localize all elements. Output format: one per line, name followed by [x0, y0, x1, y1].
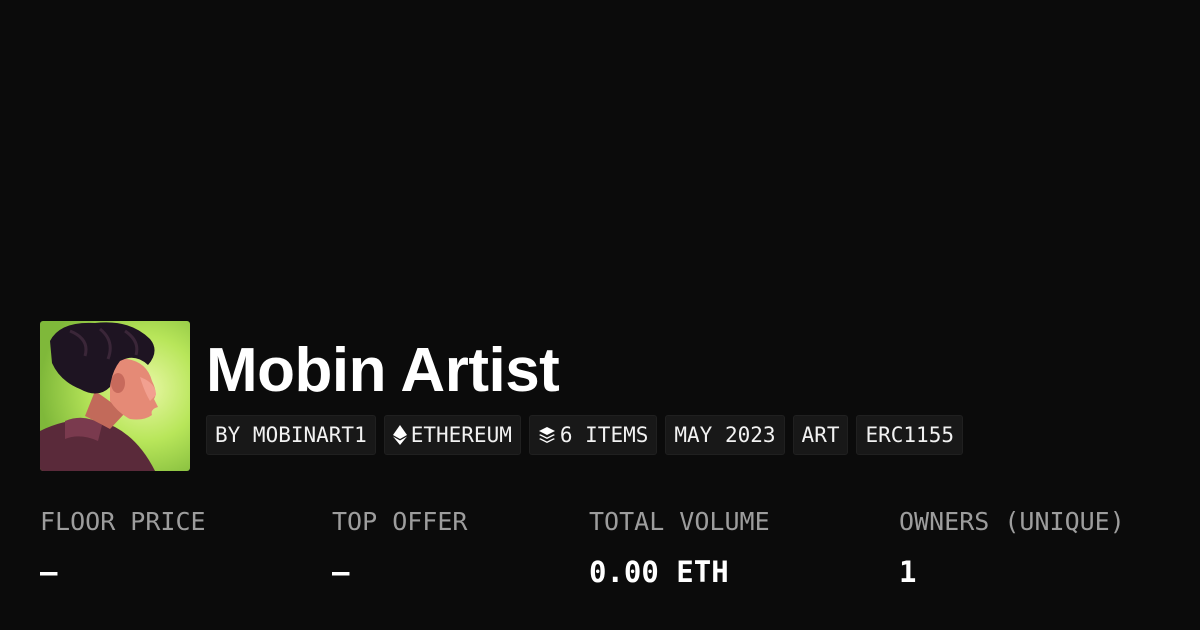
chain-tag-label: ETHEREUM [410, 423, 512, 447]
standard-tag-label: ERC1155 [865, 423, 954, 447]
total-volume-value: 0.00 ETH [589, 555, 729, 589]
floor-price-value: – [40, 555, 58, 589]
chain-tag[interactable]: ETHEREUM [383, 415, 521, 455]
floor-price-label: FLOOR PRICE [40, 507, 206, 536]
date-tag-label: MAY 2023 [674, 423, 776, 447]
collection-avatar [40, 321, 190, 471]
owners-value: 1 [899, 555, 917, 589]
standard-tag: ERC1155 [856, 415, 963, 455]
top-offer-value: – [332, 555, 350, 589]
collection-title: Mobin Artist [206, 336, 560, 405]
top-offer-label: TOP OFFER [332, 507, 468, 536]
date-tag: MAY 2023 [665, 415, 785, 455]
items-tag-label: 6 ITEMS [559, 423, 649, 447]
total-volume-stat: TOTAL VOLUME 0.00 ETH [589, 505, 770, 589]
items-tag[interactable]: 6 ITEMS [528, 415, 658, 455]
top-offer-stat: TOP OFFER – [332, 505, 467, 589]
owners-label: OWNERS (UNIQUE) [899, 507, 1125, 536]
owners-stat: OWNERS (UNIQUE) 1 [899, 505, 1125, 589]
floor-price-stat: FLOOR PRICE – [40, 505, 206, 589]
total-volume-label: TOTAL VOLUME [589, 507, 770, 536]
category-tag[interactable]: ART [792, 415, 849, 455]
ethereum-icon [392, 425, 407, 445]
layers-icon [538, 426, 556, 444]
collection-tags: BY MOBINART1 ETHEREUM 6 ITEMS MAY 2023 A… [206, 415, 963, 455]
category-tag-label: ART [801, 423, 840, 447]
creator-tag[interactable]: BY MOBINART1 [206, 415, 376, 455]
creator-tag-label: BY MOBINART1 [215, 423, 367, 447]
